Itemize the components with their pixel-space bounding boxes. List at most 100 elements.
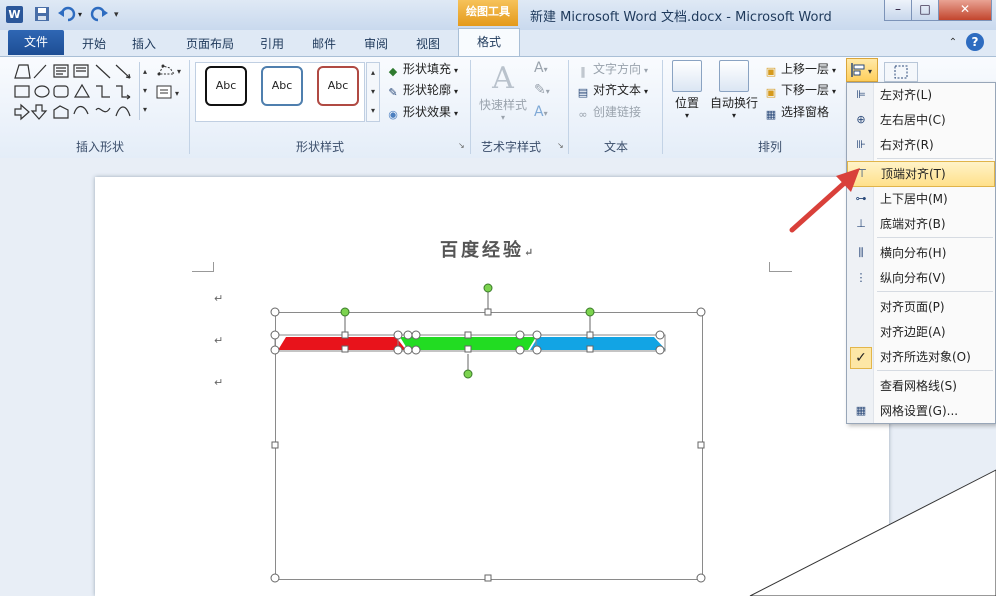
bring-forward-label: 上移一层 [781, 62, 830, 76]
paragraph-mark: ↵ [214, 292, 224, 305]
collapse-ribbon-icon[interactable]: ⌃ [946, 36, 960, 50]
group-divider [189, 60, 190, 154]
menu-item-align-top[interactable]: ⊤ 顶端对齐(T) [847, 161, 995, 187]
tab-view[interactable]: 视图 [408, 33, 448, 55]
tab-review[interactable]: 审阅 [356, 33, 396, 55]
menu-item-align-to-margin[interactable]: 对齐边距(A) [847, 320, 995, 344]
edit-shape-button[interactable]: ▾ [156, 62, 184, 78]
shape-outline-button[interactable]: ✎ 形状轮廓 ▾ [386, 81, 458, 99]
selection-pane-icon: ▦ [765, 108, 777, 121]
menu-item-align-left[interactable]: ⊫ 左对齐(L) [847, 83, 995, 107]
align-center-icon: ⊕ [856, 113, 866, 126]
selection-handles[interactable] [268, 282, 708, 586]
menu-item-align-right[interactable]: ⊪ 右对齐(R) [847, 133, 995, 157]
shape-style-red[interactable]: Abc [317, 66, 359, 106]
paragraph-mark: ↵ [524, 246, 537, 259]
create-link-button[interactable]: ∞ 创建链接 [576, 103, 641, 121]
text-fill-icon[interactable]: A▾ [534, 60, 558, 78]
crop-mark [192, 271, 214, 272]
help-icon[interactable]: ? [966, 33, 984, 51]
tab-insert[interactable]: 插入 [124, 33, 164, 55]
align-button[interactable]: ▾ [846, 58, 878, 82]
menu-item-label: 右对齐(R) [880, 138, 934, 152]
bring-forward-button[interactable]: ▣ 上移一层 ▾ [764, 60, 836, 78]
menu-separator [877, 237, 993, 238]
text-direction-button[interactable]: ‖ 文字方向 ▾ [576, 60, 648, 78]
send-backward-button[interactable]: ▣ 下移一层 ▾ [764, 81, 836, 99]
group-objects-button[interactable] [884, 62, 918, 82]
shape-effects-button[interactable]: ◉ 形状效果 ▾ [386, 103, 458, 121]
shape-style-black[interactable]: Abc [205, 66, 247, 106]
shape-effects-label: 形状效果 [403, 105, 452, 119]
quick-styles-button[interactable]: A 快速样式 ▾ [478, 61, 528, 123]
send-backward-icon: ▣ [765, 86, 777, 99]
window-title: 新建 Microsoft Word 文档.docx - Microsoft Wo… [530, 10, 832, 25]
group-divider [662, 60, 663, 154]
distribute-vertical-icon: ⋮ [855, 271, 867, 284]
tab-references[interactable]: 引用 [252, 33, 292, 55]
tab-home[interactable]: 开始 [74, 33, 114, 55]
menu-separator [877, 158, 993, 159]
tab-file[interactable]: 文件 [8, 30, 64, 55]
tab-page-layout[interactable]: 页面布局 [180, 33, 240, 55]
shapes-gallery[interactable] [12, 62, 142, 122]
dialog-launcher-icon[interactable]: ↘ [458, 142, 466, 150]
position-button[interactable]: 位置 ▾ [668, 60, 706, 120]
menu-item-align-selected-objects[interactable]: ✓ 对齐所选对象(O) [847, 345, 995, 369]
restore-button[interactable]: □ [911, 0, 939, 21]
text-box-button[interactable]: ▾ [156, 84, 184, 100]
text-effects-icon[interactable]: A▾ [534, 104, 558, 122]
redo-icon[interactable] [90, 6, 108, 24]
menu-item-label: 对齐所选对象(O) [880, 350, 971, 364]
menu-item-view-gridlines[interactable]: 查看网格线(S) [847, 374, 995, 398]
align-top-icon: ⊤ [857, 167, 867, 180]
paragraph-mark: ↵ [214, 376, 224, 389]
menu-item-grid-settings[interactable]: ▦ 网格设置(G)... [847, 399, 995, 423]
group-wordart-label: 艺术字样式 [480, 140, 541, 154]
menu-item-align-center[interactable]: ⊕ 左右居中(C) [847, 108, 995, 132]
menu-item-align-to-page[interactable]: 对齐页面(P) [847, 295, 995, 319]
chevron-down-icon: ▾ [454, 87, 459, 96]
style-gallery-scroll[interactable]: ▴ ▾ ▾ [366, 62, 380, 122]
distribute-horizontal-icon: ⫼ [858, 246, 864, 259]
wordart-a-icon: A [492, 61, 514, 96]
svg-text:▾: ▾ [177, 67, 181, 76]
menu-item-align-middle[interactable]: ⊶ 上下居中(M) [847, 187, 995, 211]
menu-item-label: 左右居中(C) [880, 113, 946, 127]
align-left-icon: ⊫ [856, 88, 866, 101]
align-text-button[interactable]: ▤ 对齐文本 ▾ [576, 81, 648, 99]
chevron-down-icon: ▾ [731, 111, 736, 120]
dialog-launcher-icon[interactable]: ↘ [557, 142, 565, 150]
create-link-label: 创建链接 [593, 105, 642, 119]
undo-icon[interactable] [58, 6, 76, 24]
text-direction-icon: ‖ [580, 65, 586, 78]
align-bottom-icon: ⊥ [856, 217, 866, 230]
close-button[interactable]: ✕ [938, 0, 992, 21]
shapes-gallery-scroll[interactable]: ▴ ▾ ▾ [139, 62, 150, 120]
shape-style-blue[interactable]: Abc [261, 66, 303, 106]
menu-item-distribute-vertical[interactable]: ⋮ 纵向分布(V) [847, 266, 995, 290]
tab-format[interactable]: 格式 [458, 28, 520, 57]
selection-pane-label: 选择窗格 [781, 105, 830, 119]
bring-forward-icon: ▣ [765, 65, 777, 78]
save-icon[interactable] [34, 6, 50, 24]
menu-item-label: 底端对齐(B) [880, 217, 946, 231]
menu-item-distribute-horizontal[interactable]: ⫼ 横向分布(H) [847, 241, 995, 265]
menu-item-align-bottom[interactable]: ⊥ 底端对齐(B) [847, 212, 995, 236]
menu-item-label: 网格设置(G)... [880, 404, 959, 418]
customize-toolbar-icon[interactable]: ▾ [114, 6, 124, 24]
paint-bucket-icon: ◆ [388, 65, 398, 78]
menu-item-label: 对齐页面(P) [880, 300, 945, 314]
shape-fill-button[interactable]: ◆ 形状填充 ▾ [386, 60, 458, 78]
word-logo-icon[interactable]: W [6, 6, 23, 23]
text-outline-icon[interactable]: ✎▾ [534, 82, 558, 100]
wrap-text-button[interactable]: 自动换行 ▾ [708, 60, 760, 120]
menu-item-label: 对齐边距(A) [880, 325, 946, 339]
align-right-icon: ⊪ [856, 138, 866, 151]
undo-dropdown-icon[interactable]: ▾ [78, 6, 86, 24]
check-icon: ✓ [850, 347, 872, 369]
selection-pane-button[interactable]: ▦ 选择窗格 [764, 103, 829, 121]
tab-mailings[interactable]: 邮件 [304, 33, 344, 55]
quick-styles-label: 快速样式 [478, 98, 527, 112]
minimize-button[interactable]: – [884, 0, 912, 21]
